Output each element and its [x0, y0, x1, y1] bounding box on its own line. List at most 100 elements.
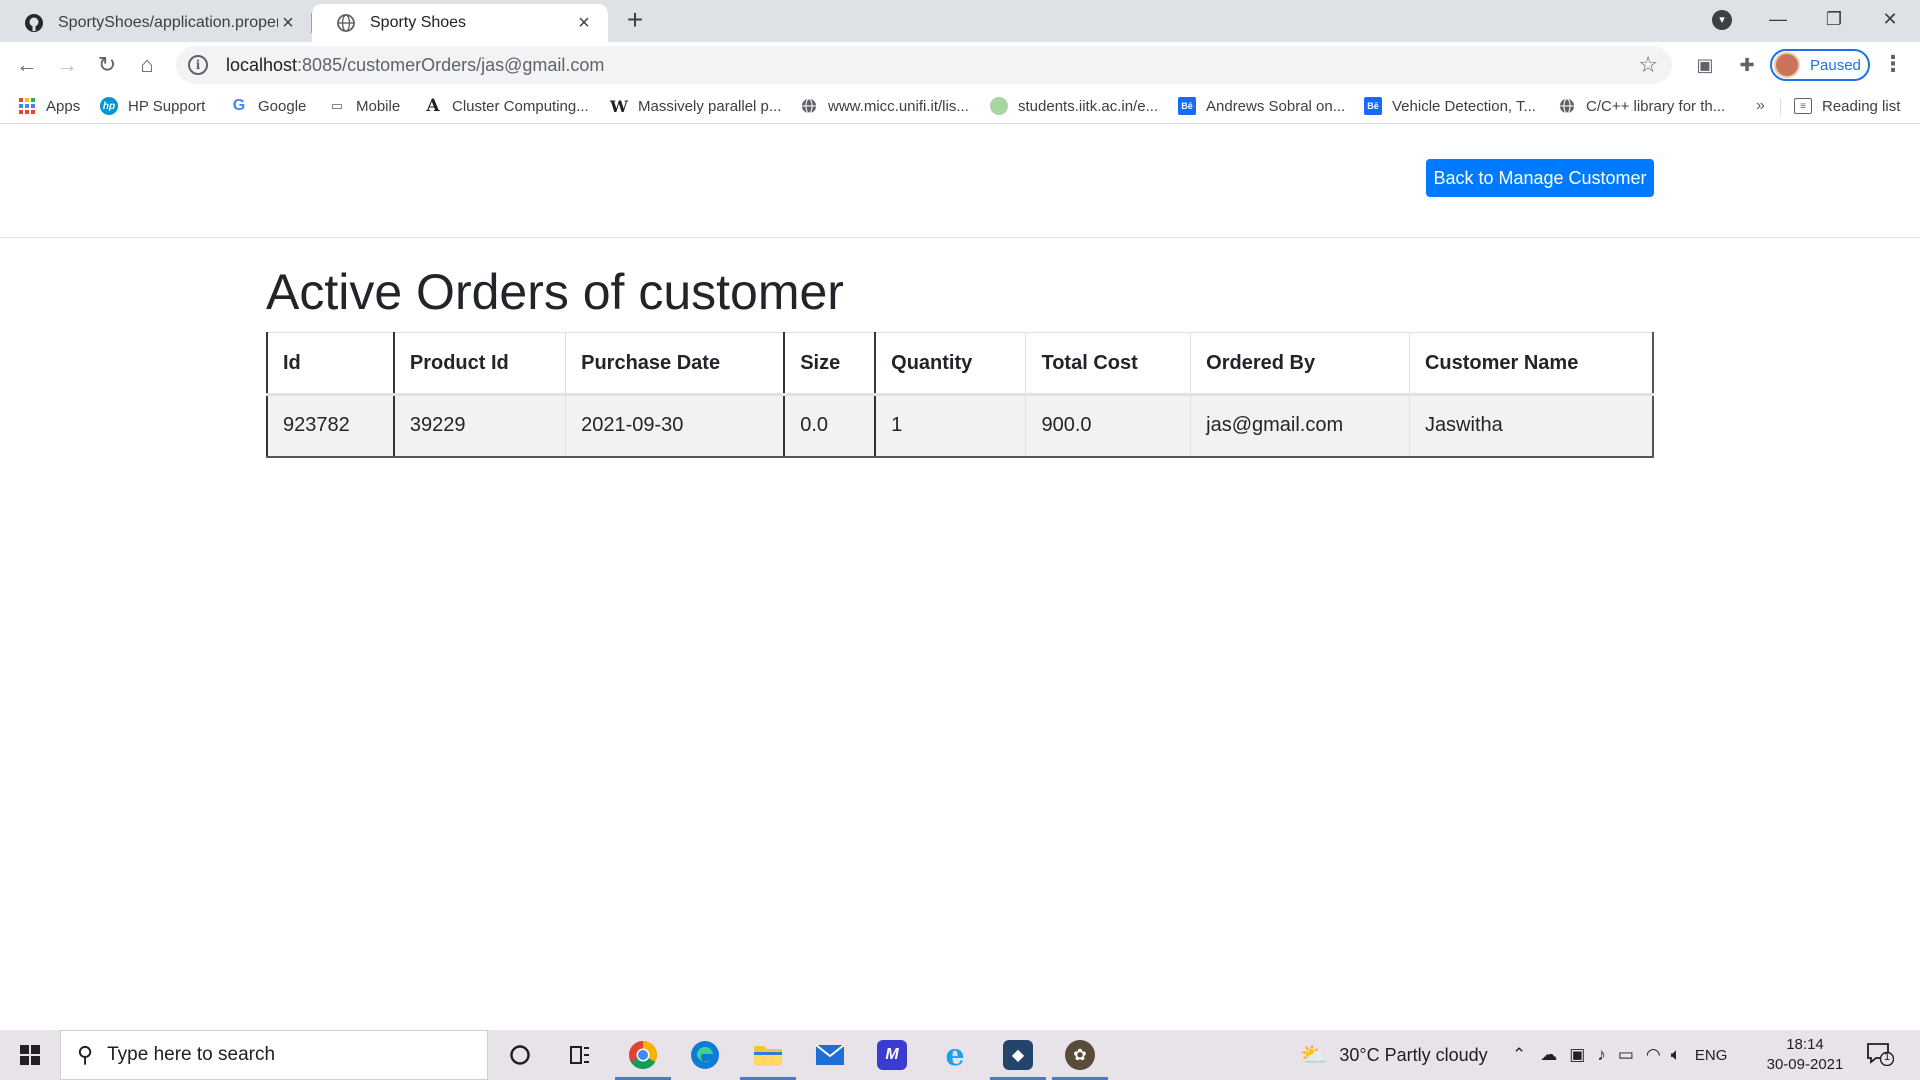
extension-icon[interactable]: ▣	[1694, 54, 1716, 76]
bookmark-apps[interactable]: Apps	[18, 94, 80, 118]
clock-date: 30-09-2021	[1766, 1056, 1844, 1073]
hp-icon: hp	[100, 97, 118, 115]
bookmarks-divider	[1780, 98, 1781, 116]
reading-list-button[interactable]: ≡ Reading list	[1794, 94, 1900, 118]
battery-saver-icon[interactable]: ▣	[1569, 1045, 1585, 1065]
main-content: Active Orders of customer Id Product Id …	[266, 238, 1654, 458]
bookmark-google[interactable]: G Google	[230, 94, 307, 118]
bookmark-iitk[interactable]: students.iitk.ac.in/e...	[990, 94, 1158, 118]
globe-icon	[1558, 97, 1576, 115]
cloud-icon[interactable]: ☁	[1540, 1045, 1557, 1065]
cell-id: 923782	[266, 394, 395, 458]
cortana-icon[interactable]	[490, 1030, 550, 1080]
eclipse-taskbar-icon[interactable]: ◆	[988, 1030, 1048, 1080]
tab-title: SportyShoes/application.properti	[58, 14, 278, 31]
notification-center-icon[interactable]: 1	[1866, 1042, 1895, 1067]
bookmark-label: Andrews Sobral on...	[1206, 97, 1346, 115]
start-button[interactable]	[0, 1030, 60, 1080]
wifi-icon[interactable]: ◠	[1646, 1045, 1661, 1065]
cell-customer-name: Jaswitha	[1408, 394, 1654, 458]
volume-icon[interactable]: 🔈︎	[1671, 1045, 1681, 1065]
restore-icon[interactable]: ❐	[1806, 0, 1862, 40]
puzzle-icon[interactable]: ✚	[1736, 54, 1758, 76]
minimize-icon[interactable]: —	[1750, 0, 1806, 40]
bookmark-andrews-sobral[interactable]: Bē Andrews Sobral on...	[1178, 94, 1345, 118]
letter-a-icon: A	[426, 96, 440, 116]
menu-dots-icon[interactable]: ⋮	[1882, 52, 1904, 76]
internet-explorer-icon: e	[945, 1037, 965, 1073]
bookmark-label: Cluster Computing...	[452, 97, 589, 115]
ide-icon: M	[877, 1040, 907, 1070]
google-icon: G	[232, 97, 246, 114]
page-header: Back to Manage Customer	[0, 125, 1920, 238]
weather-widget[interactable]: ⛅ 30°C Partly cloudy	[1300, 1030, 1488, 1080]
search-icon: ⚲	[77, 1042, 94, 1067]
column-header-purchase-date: Purchase Date	[565, 332, 785, 396]
bookmark-star-icon[interactable]: ☆	[1638, 52, 1658, 78]
column-header-size: Size	[783, 332, 876, 396]
gimp-taskbar-icon[interactable]: ✿	[1050, 1030, 1110, 1080]
tab-sporty-shoes[interactable]: Sporty Shoes ×	[312, 4, 608, 42]
cell-purchase-date: 2021-09-30	[565, 394, 785, 458]
bookmark-vehicle-detection[interactable]: Bē Vehicle Detection, T...	[1364, 94, 1536, 118]
wikipedia-icon: W	[610, 96, 628, 116]
address-bar[interactable]: i localhost:8085/customerOrders/jas@gmai…	[176, 46, 1672, 84]
browser-toolbar: ← → ↻ ⌂ i localhost:8085/customerOrders/…	[0, 42, 1920, 88]
home-icon[interactable]: ⌂	[130, 48, 164, 82]
windows-taskbar: ⚲ Type here to search M e ◆ ✿ ⛅ 30°C Par…	[0, 1030, 1920, 1080]
bookmark-label: Google	[258, 97, 307, 115]
windows-logo-icon	[20, 1045, 40, 1065]
iitk-icon	[990, 97, 1008, 115]
globe-icon	[336, 13, 356, 33]
clock-time: 18:14	[1786, 1036, 1824, 1053]
bookmark-mobile[interactable]: ▭ Mobile	[328, 94, 400, 118]
bookmarks-overflow-button[interactable]: »	[1756, 97, 1765, 115]
bookmark-label: HP Support	[128, 97, 206, 115]
close-icon[interactable]: ×	[278, 12, 298, 35]
partly-cloudy-icon: ⛅	[1300, 1042, 1328, 1067]
close-icon[interactable]: ×	[574, 12, 594, 35]
file-explorer-taskbar-icon[interactable]	[738, 1030, 798, 1080]
microphone-icon[interactable]: ♪	[1597, 1045, 1606, 1065]
bookmark-micc[interactable]: www.micc.unifi.it/lis...	[800, 94, 969, 118]
back-arrow-icon[interactable]: ←	[10, 48, 44, 82]
mail-taskbar-icon[interactable]	[800, 1030, 860, 1080]
taskbar-search-box[interactable]: ⚲ Type here to search	[60, 1030, 488, 1080]
mobile-icon: ▭	[330, 98, 344, 113]
site-info-icon[interactable]: i	[188, 55, 208, 75]
bookmark-label: Massively parallel p...	[638, 97, 782, 115]
column-header-ordered-by: Ordered By	[1190, 332, 1410, 396]
ide-taskbar-icon[interactable]: M	[862, 1030, 922, 1080]
language-indicator[interactable]: ENG	[1695, 1047, 1728, 1064]
new-tab-button[interactable]: +	[620, 6, 650, 36]
bookmark-cluster-computing[interactable]: A Cluster Computing...	[424, 94, 589, 118]
chevron-up-icon[interactable]: ⌃	[1512, 1045, 1526, 1065]
bookmark-label: Vehicle Detection, T...	[1392, 97, 1536, 115]
gimp-icon: ✿	[1065, 1040, 1095, 1070]
bookmark-label: students.iitk.ac.in/e...	[1018, 97, 1159, 115]
bookmark-massively-parallel[interactable]: W Massively parallel p...	[610, 94, 781, 118]
chrome-taskbar-icon[interactable]	[613, 1030, 673, 1080]
battery-icon[interactable]: ▭	[1618, 1045, 1634, 1065]
bookmark-label: Mobile	[356, 97, 401, 115]
profile-button[interactable]: Paused	[1770, 49, 1870, 81]
behance-icon: Bē	[1364, 97, 1382, 115]
internet-explorer-taskbar-icon[interactable]: e	[925, 1030, 985, 1080]
window-close-icon[interactable]: ✕	[1862, 0, 1918, 40]
bookmark-hp-support[interactable]: hp HP Support	[100, 94, 205, 118]
edge-taskbar-icon[interactable]	[675, 1030, 735, 1080]
tab-title: Sporty Shoes	[370, 14, 467, 31]
github-icon	[24, 13, 44, 33]
task-view-icon[interactable]	[550, 1030, 610, 1080]
tab-github[interactable]: SportyShoes/application.properti ×	[0, 4, 312, 42]
forward-arrow-icon[interactable]: →	[50, 48, 84, 82]
bookmark-cpp-library[interactable]: C/C++ library for th...	[1558, 94, 1725, 118]
reload-icon[interactable]: ↻	[90, 48, 124, 82]
avatar	[1774, 52, 1800, 78]
back-to-manage-customer-button[interactable]: Back to Manage Customer	[1426, 159, 1654, 197]
bookmark-label: C/C++ library for th...	[1586, 97, 1726, 115]
taskbar-clock[interactable]: 18:14 30-09-2021	[1760, 1035, 1850, 1075]
globe-icon	[800, 97, 818, 115]
url-text[interactable]: localhost:8085/customerOrders/jas@gmail.…	[226, 55, 1638, 76]
tab-search-icon[interactable]: ▾	[1712, 10, 1732, 30]
